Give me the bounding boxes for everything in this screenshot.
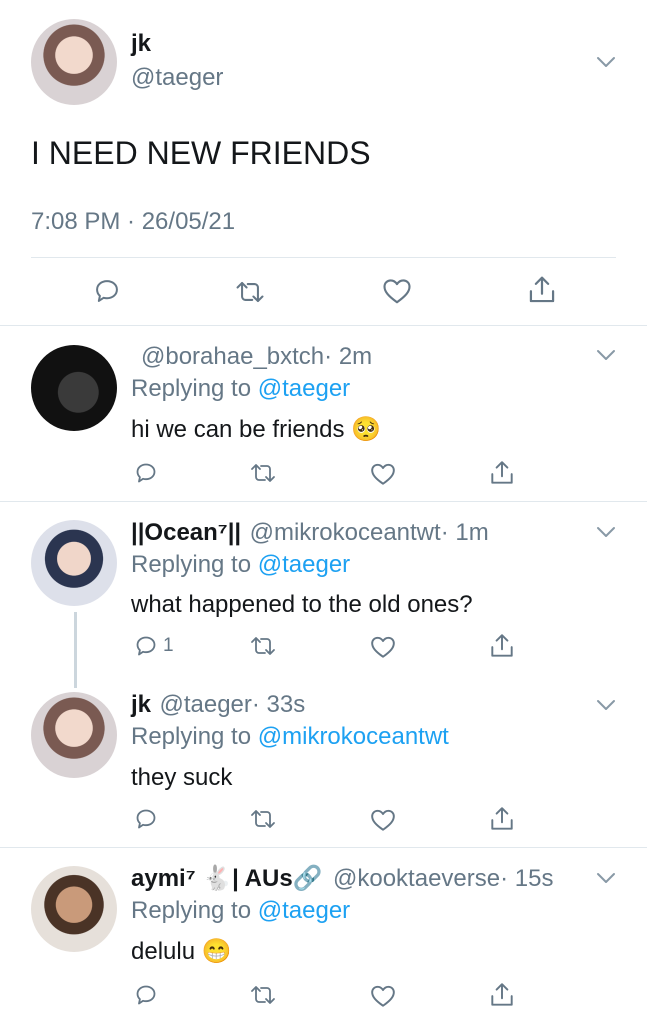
divider [0, 847, 647, 848]
reply-name[interactable]: ||Ocean⁷|| [131, 519, 241, 546]
reply-icon[interactable] [93, 277, 121, 305]
main-tweet-avatar[interactable] [31, 19, 117, 105]
reply-name[interactable]: jk [131, 691, 151, 718]
reply-text: what happened to the old ones? [131, 591, 473, 619]
chevron-down-icon[interactable] [596, 349, 616, 361]
reply-icon[interactable] [134, 634, 158, 658]
reply-avatar[interactable] [31, 866, 117, 952]
reply-handle[interactable]: @kooktaeverse [333, 865, 500, 892]
reply-text: hi we can be friends 🥺 [131, 415, 381, 444]
replying-to: Replying to @mikrokoceantwt [131, 723, 449, 751]
reply-text-body: what happened to the old ones? [131, 591, 473, 618]
retweet-icon[interactable] [248, 635, 278, 657]
reply-avatar[interactable] [31, 520, 117, 606]
replying-to-link[interactable]: @taeger [258, 897, 350, 924]
reply-time: · 2m [324, 343, 373, 370]
emoji-icon: 🥺 [351, 416, 382, 443]
reply-icon[interactable] [134, 983, 158, 1007]
retweet-icon[interactable] [248, 808, 278, 830]
reply-icon[interactable] [134, 461, 158, 485]
main-tweet-name[interactable]: jk [131, 30, 151, 58]
reply-name[interactable]: aymi⁷ 🐇| AUs🔗 [131, 865, 323, 892]
emoji-icon: 😁 [201, 938, 232, 965]
like-icon[interactable] [370, 635, 396, 659]
reply-handle[interactable]: @mikrokoceantwt [250, 519, 441, 546]
chevron-down-icon[interactable] [596, 56, 616, 68]
like-icon[interactable] [370, 984, 396, 1008]
reply-header: @borahae_bxtch· 2m [131, 343, 372, 371]
reply-handle[interactable]: @borahae_bxtch [141, 343, 324, 370]
replying-to-link[interactable]: @taeger [258, 551, 350, 578]
reply-text: delulu 😁 [131, 937, 232, 966]
reply-icon[interactable] [134, 807, 158, 831]
like-icon[interactable] [382, 277, 412, 305]
reply-text-body: they suck [131, 764, 233, 791]
like-icon[interactable] [370, 462, 396, 486]
replying-to-label: Replying to [131, 551, 252, 578]
share-icon[interactable] [489, 632, 515, 660]
retweet-icon[interactable] [233, 279, 267, 305]
reply-time: · 15s [500, 865, 554, 892]
reply-button[interactable]: 1 [134, 634, 174, 658]
reply-header: ||Ocean⁷|| @mikrokoceantwt· 1m [131, 519, 489, 547]
reply-text-body: delulu [131, 938, 196, 965]
reply-avatar[interactable] [31, 692, 117, 778]
reply-text: they suck [131, 764, 232, 792]
replying-to: Replying to @taeger [131, 375, 350, 403]
divider [0, 501, 647, 502]
share-icon[interactable] [489, 981, 515, 1009]
replying-to: Replying to @taeger [131, 551, 350, 579]
reply-header: aymi⁷ 🐇| AUs🔗 @kooktaeverse· 15s [131, 864, 553, 893]
retweet-icon[interactable] [248, 984, 278, 1006]
divider [31, 257, 616, 258]
replying-to-link[interactable]: @mikrokoceantwt [258, 723, 449, 750]
replying-to-label: Replying to [131, 375, 252, 402]
reply-header: jk @taeger· 33s [131, 691, 305, 719]
main-tweet-timestamp[interactable]: 7:08 PM · 26/05/21 [31, 208, 235, 236]
reply-time: · 33s [251, 691, 306, 718]
reply-text-body: hi we can be friends [131, 416, 345, 443]
main-tweet-text: I NEED NEW FRIENDS [31, 135, 371, 171]
like-icon[interactable] [370, 808, 396, 832]
reply-time: · 1m [440, 519, 489, 546]
share-icon[interactable] [527, 274, 557, 306]
replying-to-label: Replying to [131, 897, 252, 924]
replying-to-link[interactable]: @taeger [258, 375, 350, 402]
chevron-down-icon[interactable] [596, 699, 616, 711]
reply-avatar[interactable] [31, 345, 117, 431]
chevron-down-icon[interactable] [596, 526, 616, 538]
chevron-down-icon[interactable] [596, 872, 616, 884]
divider [0, 325, 647, 326]
thread-line [74, 612, 77, 688]
retweet-icon[interactable] [248, 462, 278, 484]
share-icon[interactable] [489, 459, 515, 487]
reply-handle[interactable]: @taeger [159, 691, 251, 718]
share-icon[interactable] [489, 805, 515, 833]
reply-count: 1 [163, 635, 174, 656]
main-tweet-handle[interactable]: @taeger [131, 64, 223, 92]
replying-to-label: Replying to [131, 723, 252, 750]
replying-to: Replying to @taeger [131, 897, 350, 925]
